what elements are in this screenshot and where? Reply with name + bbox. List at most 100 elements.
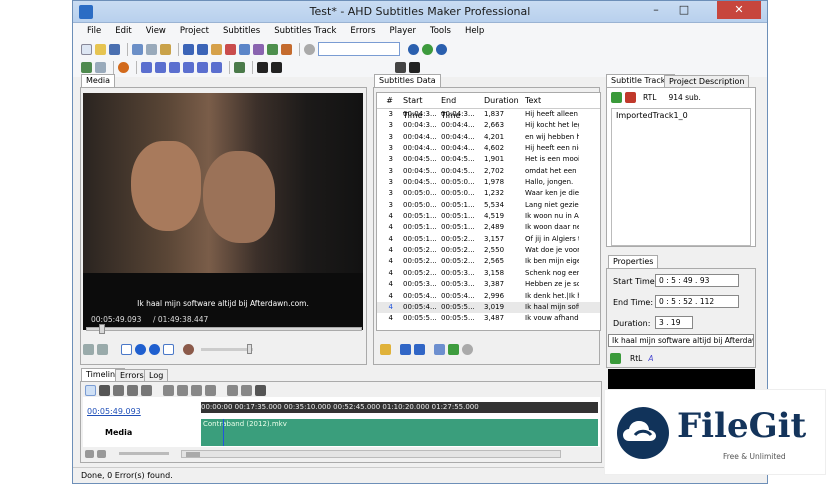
subtitle-text-select[interactable]: Ik haal mijn software altijd bij Afterda… <box>608 334 754 347</box>
add-track-icon[interactable] <box>611 91 622 103</box>
cut-icon[interactable] <box>132 43 143 55</box>
timeline-scrollbar[interactable] <box>181 449 561 458</box>
stop-icon[interactable] <box>149 343 160 355</box>
start-time-field[interactable]: 0 : 5 : 49 . 93 <box>655 274 739 287</box>
chevron-down-icon[interactable] <box>395 61 406 73</box>
open-folder-icon[interactable] <box>95 43 106 55</box>
table-row[interactable]: 4 00:05:5... 00:05:5... 3,487 Ik vouw afhand… <box>377 313 600 324</box>
volume-slider[interactable] <box>201 343 253 354</box>
align-bottom-icon[interactable] <box>141 385 152 396</box>
table-row[interactable]: 4 00:05:3... 00:05:3... 3,387 Hebben ze je s… <box>377 279 600 290</box>
film-icon[interactable] <box>257 61 268 73</box>
pointer-icon[interactable] <box>85 385 96 396</box>
table-row[interactable]: 3 00:04:5... 00:05:0... 1,978 Hallo, jongen. <box>377 177 600 188</box>
reject-icon[interactable] <box>462 343 473 355</box>
delete-subtitle-icon[interactable] <box>225 43 236 55</box>
zoom-slider[interactable] <box>119 452 169 455</box>
table-row[interactable]: 3 00:05:0... 00:05:0... 1,232 Waar ken je di… <box>377 188 600 199</box>
menu-view[interactable]: View <box>146 23 166 39</box>
document-icon[interactable] <box>434 343 445 355</box>
previous-icon[interactable] <box>121 343 132 355</box>
menu-tools[interactable]: Tools <box>430 23 451 39</box>
seek-bar[interactable] <box>86 324 362 334</box>
marker-icon[interactable] <box>255 385 266 396</box>
timeline-ruler[interactable]: 00:00:00 00:17:35.000 00:35:10.000 00:52… <box>201 402 598 413</box>
table-row[interactable]: 4 00:05:2... 00:05:2... 2,550 Wat doe je voo… <box>377 245 600 256</box>
col-number[interactable]: # <box>377 93 395 108</box>
checkmark-icon[interactable] <box>380 343 391 355</box>
col-end-time[interactable]: End Time <box>437 93 478 120</box>
mark-icon[interactable] <box>97 343 108 355</box>
playhead[interactable] <box>223 419 224 446</box>
table-row[interactable]: 3 00:05:0... 00:05:1... 5,534 Lang niet gezi… <box>377 200 600 211</box>
table-row[interactable]: 3 00:04:4... 00:04:4... 4,201 en wij hebben … <box>377 132 600 143</box>
table-row[interactable]: 4 00:05:2... 00:05:2... 2,565 Ik ben mijn ei… <box>377 256 600 267</box>
add-subtitle-icon[interactable] <box>211 43 222 55</box>
menu-subtitles[interactable]: Subtitles <box>223 23 260 39</box>
media-track[interactable]: Contraband (2012).mkv <box>201 419 598 446</box>
shift-right-icon[interactable] <box>155 61 166 73</box>
table-row[interactable]: 4 00:05:2... 00:05:3... 3,158 Schenk nog een… <box>377 268 600 279</box>
expand-icon[interactable] <box>197 61 208 73</box>
bracket-icon[interactable] <box>205 385 216 396</box>
tab-properties[interactable]: Properties <box>608 255 659 268</box>
search-input[interactable] <box>318 42 400 56</box>
italic-icon[interactable]: A <box>648 354 653 363</box>
col-duration[interactable]: Duration <box>478 93 519 108</box>
menu-errors[interactable]: Errors <box>350 23 375 39</box>
zoom-out-icon[interactable] <box>241 385 252 396</box>
paste-icon[interactable] <box>160 43 171 55</box>
video-player[interactable]: Ik haal mijn software altijd bij Afterda… <box>83 93 363 330</box>
zoom-icon[interactable] <box>85 449 94 458</box>
close-button[interactable]: ✕ <box>717 1 761 19</box>
redo-icon[interactable] <box>197 43 208 55</box>
menu-subtitles-track[interactable]: Subtitles Track <box>274 23 336 39</box>
rtl-button[interactable]: RtL <box>630 354 642 363</box>
shift-left-icon[interactable] <box>141 61 152 73</box>
zoom-icon[interactable] <box>97 449 106 458</box>
select-icon[interactable] <box>99 385 110 396</box>
table-row[interactable]: 3 00:04:3... 00:04:4... 2,663 Hij kocht het … <box>377 120 600 131</box>
menu-help[interactable]: Help <box>465 23 484 39</box>
bracket-icon[interactable] <box>163 385 174 396</box>
stop-icon[interactable] <box>118 61 129 73</box>
rtl-toggle[interactable]: RTL <box>643 93 656 102</box>
maximize-button[interactable]: □ <box>671 1 697 19</box>
user-icon[interactable] <box>422 43 433 55</box>
play-icon[interactable] <box>135 343 146 355</box>
minimize-button[interactable]: – <box>643 1 669 19</box>
duration-field[interactable]: 3 . 19 <box>655 316 693 329</box>
tools-icon[interactable] <box>95 61 106 73</box>
undo-icon[interactable] <box>183 43 194 55</box>
table-row[interactable]: 3 00:04:5... 00:04:5... 1,901 Het is een moo… <box>377 154 600 165</box>
info-icon[interactable] <box>408 43 419 55</box>
col-start-time[interactable]: Start Time <box>395 93 437 120</box>
help-icon[interactable] <box>436 43 447 55</box>
new-file-icon[interactable] <box>81 43 92 55</box>
timeline-current-time[interactable]: 00:05:49.093 <box>87 407 141 416</box>
track-item[interactable]: ImportedTrack1_0 <box>616 111 746 120</box>
split-icon[interactable] <box>239 43 250 55</box>
table-row[interactable]: 3 00:04:3... 00:04:3... 1,837 Hij heeft alle… <box>377 109 600 120</box>
save-icon[interactable] <box>109 43 120 55</box>
bracket-icon[interactable] <box>191 385 202 396</box>
table-row[interactable]: 3 00:04:5... 00:04:5... 2,702 omdat het een … <box>377 166 600 177</box>
film-strip-icon[interactable] <box>409 61 420 73</box>
accept-icon[interactable] <box>448 343 459 355</box>
zoom-in-icon[interactable] <box>227 385 238 396</box>
menu-player[interactable]: Player <box>390 23 416 39</box>
menu-file[interactable]: File <box>87 23 101 39</box>
move-icon[interactable] <box>83 343 94 355</box>
shrink-icon[interactable] <box>211 61 222 73</box>
spell-check-icon[interactable] <box>267 43 278 55</box>
table-row[interactable]: 4 00:05:4... 00:05:5... 3,019 Ik haal mijn s… <box>377 301 600 314</box>
table-row[interactable]: 4 00:05:1... 00:05:1... 4,519 Ik woon nu in … <box>377 211 600 222</box>
arrow-icon[interactable] <box>610 353 621 364</box>
prev-icon[interactable] <box>169 61 180 73</box>
tab-media[interactable]: Media <box>81 74 116 87</box>
next-icon[interactable] <box>183 61 194 73</box>
table-row[interactable]: 4 00:05:1... 00:05:1... 2,489 Ik woon daar n… <box>377 222 600 233</box>
copy-icon[interactable] <box>146 43 157 55</box>
table-row[interactable]: 4 00:05:1... 00:05:2... 3,157 Of jij in Algi… <box>377 234 600 245</box>
bracket-icon[interactable] <box>177 385 188 396</box>
